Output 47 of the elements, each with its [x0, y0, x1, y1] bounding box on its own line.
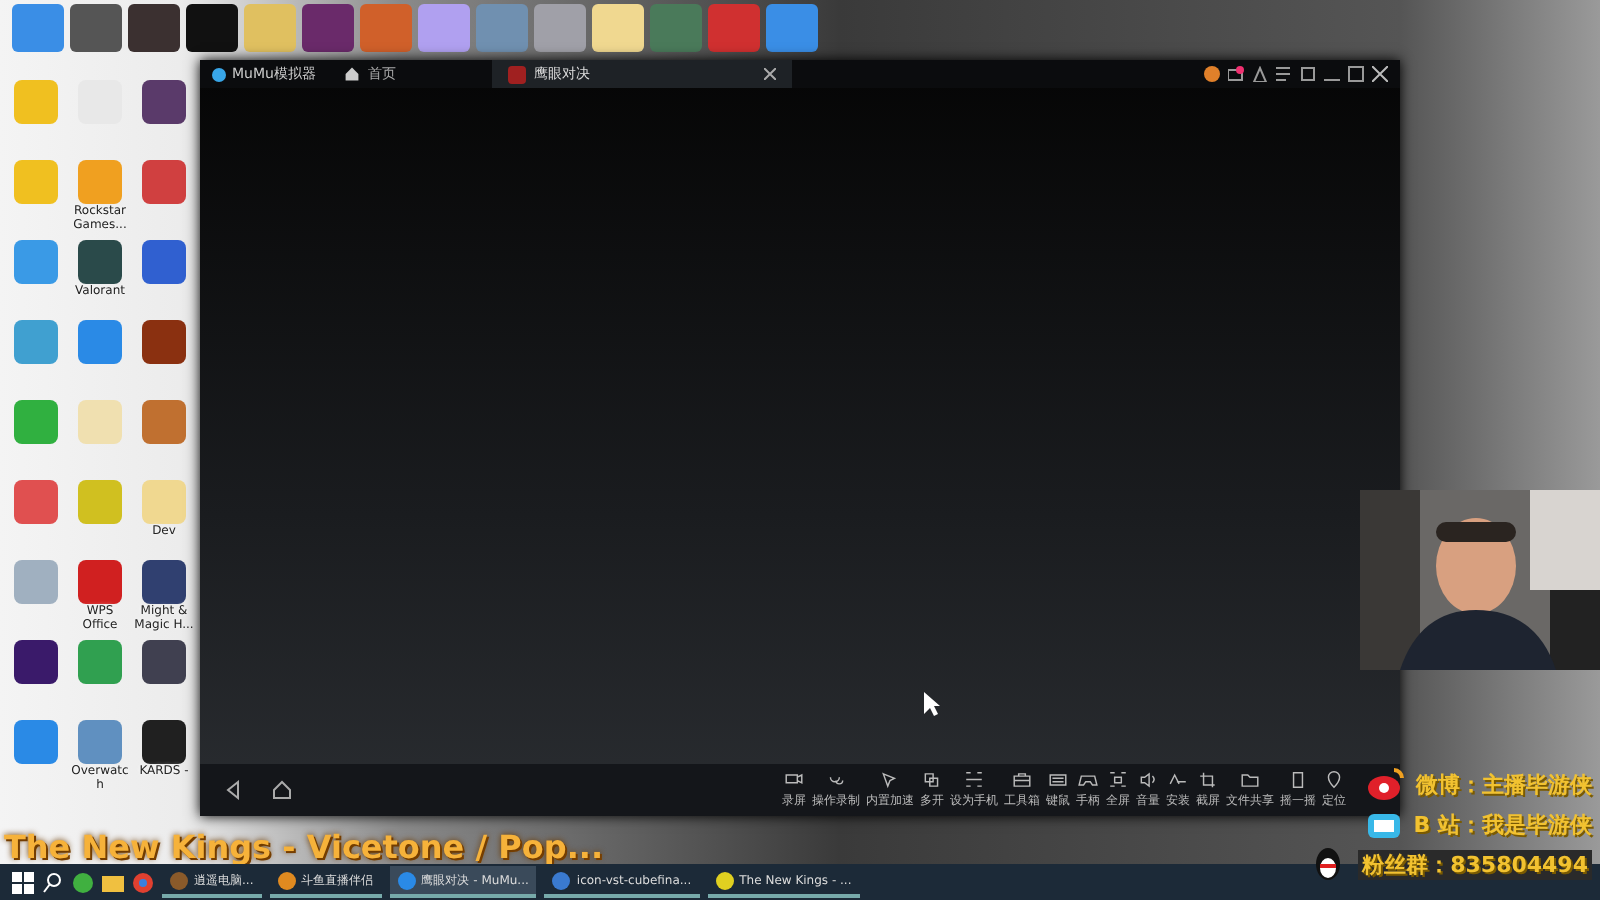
- mail-icon[interactable]: [1228, 66, 1244, 82]
- app-icon: [715, 871, 734, 889]
- tool-icon: [1138, 770, 1158, 790]
- tool-icon: [1012, 770, 1032, 790]
- game-icon: [507, 65, 526, 83]
- app-icon[interactable]: [142, 720, 186, 764]
- tool-icon: [1168, 770, 1188, 790]
- now-playing-text: The New Kings - Vicetone / Pop...: [4, 828, 604, 866]
- start-icon[interactable]: [12, 871, 34, 893]
- close-icon[interactable]: [763, 68, 776, 80]
- overlay-text: 粉丝群：835804494: [1358, 849, 1592, 879]
- weibo-icon: [1368, 768, 1404, 800]
- tool-icon: [1078, 770, 1098, 790]
- tv-icon: [1365, 808, 1402, 840]
- browser-icon[interactable]: [132, 871, 154, 893]
- maximize-icon[interactable]: [1348, 66, 1364, 82]
- tool-icon: [922, 770, 942, 790]
- app-icon: [397, 871, 416, 889]
- app-icon: [552, 871, 571, 889]
- app-icon[interactable]: [78, 240, 122, 284]
- close-icon[interactable]: [1372, 66, 1388, 82]
- overlay-text: B 站：我是毕游侠: [1413, 809, 1592, 839]
- app-icon[interactable]: [142, 320, 186, 364]
- menu-icon[interactable]: [1276, 66, 1292, 82]
- tool-icon: [880, 770, 900, 790]
- tool-icon: [1240, 770, 1260, 790]
- app-icon: [277, 871, 296, 889]
- app-icon[interactable]: [72, 871, 94, 893]
- app-icon[interactable]: [142, 560, 186, 604]
- home-icon[interactable]: [272, 780, 292, 800]
- home-icon: [343, 66, 360, 82]
- folder-icon[interactable]: [102, 871, 124, 893]
- app-icon[interactable]: [142, 640, 186, 684]
- app-icon: [170, 871, 188, 889]
- cursor-icon: [924, 692, 940, 716]
- search-icon[interactable]: [42, 871, 64, 893]
- app-icon[interactable]: [14, 640, 58, 684]
- restore-icon[interactable]: [1300, 66, 1316, 82]
- tool-icon: [1198, 770, 1218, 790]
- overlay-text: 微博：主播毕游侠: [1416, 769, 1592, 799]
- tool-icon: [1108, 770, 1128, 790]
- back-icon[interactable]: [224, 780, 244, 800]
- tool-icon: [784, 770, 804, 790]
- tool-icon: [1048, 770, 1068, 790]
- app-icon[interactable]: [142, 80, 186, 124]
- logo-icon: [212, 67, 226, 81]
- tool-icon: [964, 770, 984, 790]
